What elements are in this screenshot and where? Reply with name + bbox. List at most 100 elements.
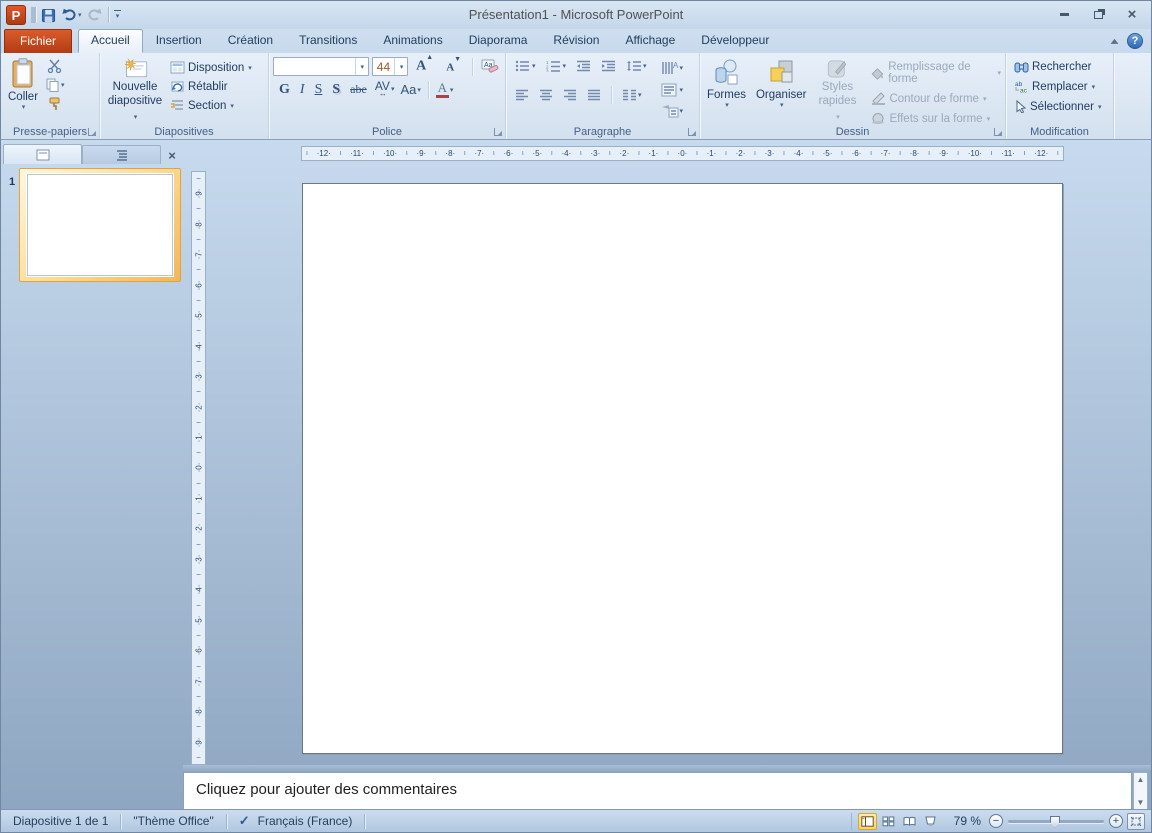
undo-button[interactable] bbox=[61, 8, 82, 22]
quick-styles-button[interactable]: Styles rapides bbox=[811, 56, 863, 125]
bullets-button[interactable] bbox=[512, 58, 539, 74]
ribbon-tab[interactable]: Insertion bbox=[143, 29, 215, 53]
spellcheck-icon: ✓ bbox=[238, 813, 250, 828]
italic-button[interactable]: I bbox=[296, 81, 309, 99]
tab-fichier[interactable]: Fichier bbox=[4, 29, 73, 53]
strikethrough-button[interactable]: abe bbox=[346, 81, 371, 98]
dialog-launcher-icon[interactable] bbox=[88, 128, 96, 136]
new-slide-icon bbox=[124, 58, 148, 78]
replace-button[interactable]: ab ac Remplacer bbox=[1012, 79, 1111, 94]
slide-thumbnail[interactable] bbox=[27, 174, 174, 276]
align-left-button[interactable] bbox=[512, 87, 532, 103]
shape-fill-button[interactable]: Remplissage de forme bbox=[869, 60, 1003, 86]
reset-button[interactable]: Rétablir bbox=[168, 79, 254, 94]
ribbon-tab[interactable]: Accueil bbox=[78, 29, 143, 53]
customize-qat-button[interactable] bbox=[113, 10, 121, 20]
zoom-slider[interactable] bbox=[1008, 815, 1104, 828]
powerpoint-logo-icon[interactable]: P bbox=[6, 5, 26, 25]
slide-indicator[interactable]: Diapositive 1 de 1 bbox=[1, 813, 122, 829]
grow-font-button[interactable]: A▲ bbox=[411, 53, 438, 75]
align-text-button[interactable] bbox=[658, 81, 687, 99]
layout-button[interactable]: Disposition bbox=[168, 60, 254, 75]
decrease-indent-button[interactable] bbox=[573, 58, 594, 74]
change-case-button[interactable]: Aa bbox=[398, 81, 422, 98]
quick-styles-icon bbox=[828, 60, 847, 78]
zoom-slider-thumb[interactable] bbox=[1050, 815, 1060, 828]
align-right-button[interactable] bbox=[560, 87, 580, 103]
slide-sorter-view-button[interactable] bbox=[879, 813, 898, 830]
dialog-launcher-icon[interactable] bbox=[688, 128, 696, 136]
fit-slide-to-window-button[interactable] bbox=[1127, 812, 1145, 830]
shape-outline-button[interactable]: Contour de forme bbox=[869, 91, 1003, 106]
dropdown-arrow-icon[interactable] bbox=[78, 11, 82, 19]
shapes-button[interactable]: Formes bbox=[702, 56, 751, 125]
align-center-button[interactable] bbox=[536, 87, 556, 103]
line-spacing-button[interactable] bbox=[623, 58, 650, 74]
character-spacing-button[interactable]: AV ↔ bbox=[373, 80, 397, 99]
underline-button[interactable]: S bbox=[311, 81, 327, 99]
dropdown-arrow-icon bbox=[680, 86, 684, 94]
tab-outline[interactable] bbox=[82, 145, 161, 164]
notes-pane[interactable]: Cliquez pour ajouter des commentaires bbox=[183, 772, 1132, 810]
convert-to-smartart-button[interactable] bbox=[658, 102, 687, 120]
increase-indent-button[interactable] bbox=[598, 58, 619, 74]
clear-formatting-button[interactable]: Aa bbox=[479, 58, 501, 75]
notes-scrollbar[interactable]: ▲ ▼ bbox=[1133, 772, 1148, 810]
text-direction-button[interactable]: A bbox=[658, 58, 687, 78]
slideshow-view-button[interactable] bbox=[921, 813, 940, 830]
tab-slides-thumbnails[interactable] bbox=[3, 144, 82, 164]
format-painter-icon bbox=[49, 97, 60, 110]
copy-button[interactable] bbox=[43, 77, 67, 93]
reading-view-button[interactable] bbox=[900, 813, 919, 830]
section-button[interactable]: Section bbox=[168, 98, 254, 113]
group-font: 44 A▲ A▼ Aa G I S S abe AV↔ bbox=[269, 53, 506, 139]
minimize-button[interactable] bbox=[1051, 6, 1077, 23]
help-button[interactable]: ? bbox=[1127, 33, 1143, 49]
justify-button[interactable] bbox=[584, 87, 604, 103]
ribbon-tab[interactable]: Développeur bbox=[688, 29, 782, 53]
ribbon-spacer bbox=[1114, 53, 1151, 139]
spellcheck-indicator[interactable]: ✓ Français (France) bbox=[227, 813, 366, 829]
dialog-launcher-icon[interactable] bbox=[994, 128, 1002, 136]
normal-view-button[interactable] bbox=[857, 812, 877, 830]
ribbon-tab[interactable]: Affichage bbox=[612, 29, 688, 53]
new-slide-button[interactable]: Nouvelle diapositive bbox=[102, 56, 168, 125]
shape-effects-button[interactable]: Effets sur la forme bbox=[869, 111, 1003, 126]
cut-button[interactable] bbox=[43, 58, 67, 74]
font-size-combo[interactable]: 44 bbox=[371, 57, 409, 76]
ribbon-tab[interactable]: Transitions bbox=[286, 29, 370, 53]
ribbon-tab[interactable]: Animations bbox=[370, 29, 455, 53]
paste-button[interactable]: Coller bbox=[3, 56, 43, 125]
collapse-ribbon-icon[interactable]: ▴ bbox=[1110, 36, 1118, 47]
shrink-font-button[interactable]: A▼ bbox=[441, 55, 466, 74]
text-shadow-button[interactable]: S bbox=[328, 81, 344, 99]
slide-thumbnail-selected[interactable] bbox=[19, 168, 182, 282]
font-color-button[interactable]: A bbox=[434, 80, 456, 99]
close-button[interactable]: × bbox=[1119, 6, 1145, 23]
notes-splitter[interactable] bbox=[183, 765, 1151, 772]
find-button[interactable]: Rechercher bbox=[1012, 60, 1111, 74]
arrange-button[interactable]: Organiser bbox=[751, 56, 812, 125]
redo-button[interactable] bbox=[87, 8, 103, 22]
bold-button[interactable]: G bbox=[275, 81, 294, 99]
save-button[interactable] bbox=[41, 8, 56, 23]
format-painter-button[interactable] bbox=[43, 96, 67, 112]
zoom-out-button[interactable]: − bbox=[989, 814, 1003, 828]
select-button[interactable]: Sélectionner bbox=[1012, 99, 1111, 114]
window-title: Présentation1 - Microsoft PowerPoint bbox=[468, 7, 684, 22]
ribbon-tab[interactable]: Diaporama bbox=[456, 29, 541, 53]
select-pointer-icon bbox=[1016, 100, 1027, 113]
restore-button[interactable] bbox=[1085, 6, 1111, 23]
font-name-combo[interactable] bbox=[273, 57, 369, 76]
ribbon-tab[interactable]: Création bbox=[215, 29, 286, 53]
zoom-in-button[interactable]: + bbox=[1109, 814, 1123, 828]
zoom-percentage[interactable]: 79 % bbox=[946, 814, 989, 828]
numbering-button[interactable]: 123 bbox=[543, 58, 570, 74]
ribbon-tab[interactable]: Révision bbox=[540, 29, 612, 53]
dialog-launcher-icon[interactable] bbox=[494, 128, 502, 136]
theme-indicator[interactable]: "Thème Office" bbox=[121, 813, 227, 829]
dropdown-arrow-icon bbox=[361, 63, 365, 71]
columns-button[interactable] bbox=[619, 87, 645, 103]
close-pane-button[interactable]: × bbox=[163, 146, 181, 164]
slide-canvas[interactable] bbox=[302, 183, 1063, 754]
